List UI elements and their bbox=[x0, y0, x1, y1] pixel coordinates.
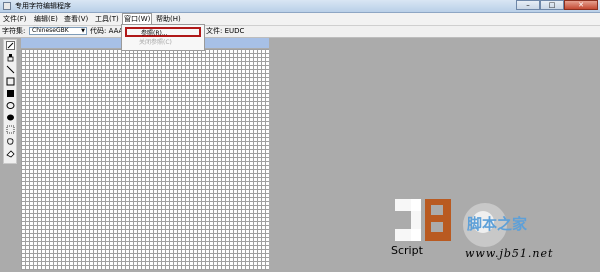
filled-ellipse-tool[interactable] bbox=[6, 113, 15, 122]
hollow-rectangle-icon bbox=[6, 77, 15, 86]
minimize-button[interactable]: – bbox=[516, 0, 540, 10]
eraser-icon bbox=[6, 150, 15, 158]
charset-select[interactable]: ChineseGBK ▼ bbox=[29, 27, 87, 35]
filled-rectangle-tool[interactable] bbox=[6, 89, 15, 98]
line-icon bbox=[6, 65, 15, 74]
app-icon bbox=[3, 2, 11, 10]
freeform-select-tool[interactable] bbox=[6, 137, 15, 146]
tool-box bbox=[3, 39, 17, 164]
window-title: 专用字符编辑程序 bbox=[15, 2, 71, 10]
file-label: 文件: EUDC bbox=[206, 27, 245, 35]
toolbar: 字符集: ChineseGBK ▼ 代码: AAA 文件: EUDC bbox=[0, 26, 600, 38]
pencil-tool[interactable] bbox=[6, 41, 15, 50]
freeform-select-icon bbox=[7, 138, 14, 145]
edit-canvas bbox=[21, 38, 269, 270]
close-button[interactable]: ✕ bbox=[564, 0, 598, 10]
svg-text:Script: Script bbox=[391, 244, 424, 257]
window-menu-dropdown: 参照(R)... 关闭参照(C) bbox=[121, 24, 205, 51]
pencil-icon bbox=[7, 42, 14, 49]
eraser-tool[interactable] bbox=[6, 149, 15, 158]
pixel-grid[interactable] bbox=[21, 49, 269, 270]
charset-value: ChineseGBK bbox=[32, 27, 69, 34]
svg-text:www.jb51.net: www.jb51.net bbox=[465, 247, 553, 260]
menu-file[interactable]: 文件(F) bbox=[2, 14, 28, 24]
menu-bar: 文件(F) 编辑(E) 查看(V) 工具(T) 窗口(W) 帮助(H) bbox=[0, 13, 600, 26]
menu-tools[interactable]: 工具(T) bbox=[94, 14, 120, 24]
code-label: 代码: AAA bbox=[90, 27, 124, 35]
hollow-rectangle-tool[interactable] bbox=[6, 77, 15, 86]
select-rectangle-icon bbox=[6, 125, 15, 134]
title-bar: 专用字符编辑程序 – □ ✕ bbox=[0, 0, 600, 13]
menu-item-close-reference: 关闭参照(C) bbox=[139, 39, 172, 46]
filled-rectangle-icon bbox=[7, 90, 14, 97]
chevron-down-icon: ▼ bbox=[81, 28, 85, 34]
svg-text:脚本之家: 脚本之家 bbox=[467, 215, 527, 233]
brush-tool[interactable] bbox=[6, 53, 15, 62]
select-rectangle-tool[interactable] bbox=[6, 125, 15, 134]
menu-view[interactable]: 查看(V) bbox=[63, 14, 89, 24]
menu-edit[interactable]: 编辑(E) bbox=[33, 14, 59, 24]
hollow-ellipse-icon bbox=[6, 102, 15, 109]
brush-icon bbox=[7, 54, 14, 62]
menu-item-reference[interactable]: 参照(R)... bbox=[125, 27, 201, 37]
line-tool[interactable] bbox=[6, 65, 15, 74]
window-controls: – □ ✕ bbox=[516, 0, 598, 11]
charset-label: 字符集: bbox=[2, 27, 26, 35]
filled-ellipse-icon bbox=[7, 114, 14, 121]
hollow-ellipse-tool[interactable] bbox=[6, 101, 15, 110]
menu-help[interactable]: 帮助(H) bbox=[155, 14, 182, 24]
maximize-button[interactable]: □ bbox=[540, 0, 564, 10]
watermark-logo: Script 脚本之家 www.jb51.net bbox=[387, 191, 600, 270]
